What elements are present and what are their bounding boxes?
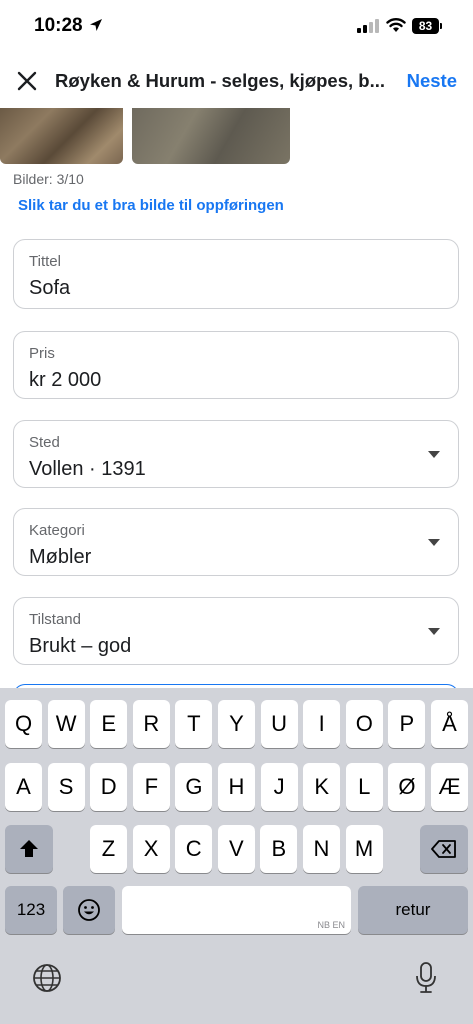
close-icon[interactable] xyxy=(12,66,42,96)
location-select-label: Sted xyxy=(29,434,60,451)
price-field-label: Pris xyxy=(29,345,55,362)
category-select-label: Kategori xyxy=(29,522,85,539)
key-æ[interactable]: Æ xyxy=(431,763,468,811)
key-b[interactable]: B xyxy=(260,825,298,873)
location-select-value: Vollen · 1391 xyxy=(29,458,146,480)
return-key[interactable]: retur xyxy=(358,886,468,934)
space-language-label: NB EN xyxy=(317,920,345,930)
key-t[interactable]: T xyxy=(175,700,213,748)
key-r[interactable]: R xyxy=(132,700,170,748)
backspace-icon xyxy=(431,840,456,858)
emoji-key[interactable] xyxy=(63,886,115,934)
image-count: Bilder: 3/10 xyxy=(13,171,84,187)
key-h[interactable]: H xyxy=(218,763,255,811)
globe-icon[interactable] xyxy=(32,963,62,998)
key-c[interactable]: C xyxy=(175,825,213,873)
key-e[interactable]: E xyxy=(90,700,128,748)
backspace-key[interactable] xyxy=(420,825,468,873)
keyboard: Q W E R T Y U I O P Å A S D F G H J K L Ø Æ Z X C V B N M 123 NB EN ret… xyxy=(0,688,473,1024)
caret-down-icon xyxy=(428,451,440,458)
header: Røyken & Hurum - selges, kjøpes, b... Ne… xyxy=(0,56,473,108)
shift-key[interactable] xyxy=(5,825,53,873)
key-n[interactable]: N xyxy=(303,825,340,873)
key-k[interactable]: K xyxy=(303,763,341,811)
title-field-label: Tittel xyxy=(29,253,61,270)
key-q[interactable]: Q xyxy=(5,700,42,748)
numbers-key[interactable]: 123 xyxy=(5,886,57,934)
key-j[interactable]: J xyxy=(260,763,298,811)
key-v[interactable]: V xyxy=(217,825,255,873)
battery-tip xyxy=(440,23,442,29)
next-button[interactable]: Neste xyxy=(407,70,457,92)
location-select[interactable]: Sted Vollen · 1391 xyxy=(13,420,459,488)
key-m[interactable]: M xyxy=(345,825,383,873)
battery-indicator: 83 xyxy=(412,18,439,34)
condition-select[interactable]: Tilstand Brukt – god xyxy=(13,597,459,665)
caret-down-icon xyxy=(428,539,440,546)
key-o[interactable]: O xyxy=(345,700,383,748)
key-w[interactable]: W xyxy=(47,700,85,748)
category-select-value: Møbler xyxy=(29,546,92,568)
key-p[interactable]: P xyxy=(388,700,426,748)
price-field-value: kr 2 000 xyxy=(29,369,102,391)
key-y[interactable]: Y xyxy=(218,700,255,748)
title-field[interactable]: Tittel Sofa xyxy=(13,239,459,309)
key-a[interactable]: A xyxy=(5,763,42,811)
category-select[interactable]: Kategori Møbler xyxy=(13,508,459,576)
key-l[interactable]: L xyxy=(345,763,383,811)
status-bar: 10:28 83 xyxy=(0,0,473,54)
photo-tips-link[interactable]: Slik tar du et bra bilde til oppføringen xyxy=(18,197,284,214)
status-time: 10:28 xyxy=(34,15,83,36)
caret-down-icon xyxy=(428,628,440,635)
key-u[interactable]: U xyxy=(260,700,298,748)
photo-strip[interactable] xyxy=(0,108,473,164)
wifi-icon xyxy=(386,18,406,32)
key-å[interactable]: Å xyxy=(431,700,468,748)
key-x[interactable]: X xyxy=(132,825,170,873)
title-field-value: Sofa xyxy=(29,277,71,299)
cellular-signal-icon xyxy=(357,19,379,33)
microphone-icon[interactable] xyxy=(414,961,438,1000)
condition-select-label: Tilstand xyxy=(29,611,81,628)
listing-photo[interactable] xyxy=(0,108,123,164)
condition-select-value: Brukt – god xyxy=(29,635,132,657)
key-f[interactable]: F xyxy=(132,763,170,811)
key-s[interactable]: S xyxy=(47,763,85,811)
key-ø[interactable]: Ø xyxy=(388,763,426,811)
shift-icon xyxy=(20,840,38,857)
key-g[interactable]: G xyxy=(175,763,213,811)
location-arrow-icon xyxy=(90,19,102,31)
price-field[interactable]: Pris kr 2 000 xyxy=(13,331,459,399)
listing-photo[interactable] xyxy=(132,108,290,164)
space-key[interactable]: NB EN xyxy=(122,886,351,934)
page-title: Røyken & Hurum - selges, kjøpes, b... xyxy=(55,70,386,91)
key-d[interactable]: D xyxy=(90,763,128,811)
key-i[interactable]: I xyxy=(303,700,341,748)
emoji-icon xyxy=(78,899,100,921)
key-z[interactable]: Z xyxy=(90,825,127,873)
